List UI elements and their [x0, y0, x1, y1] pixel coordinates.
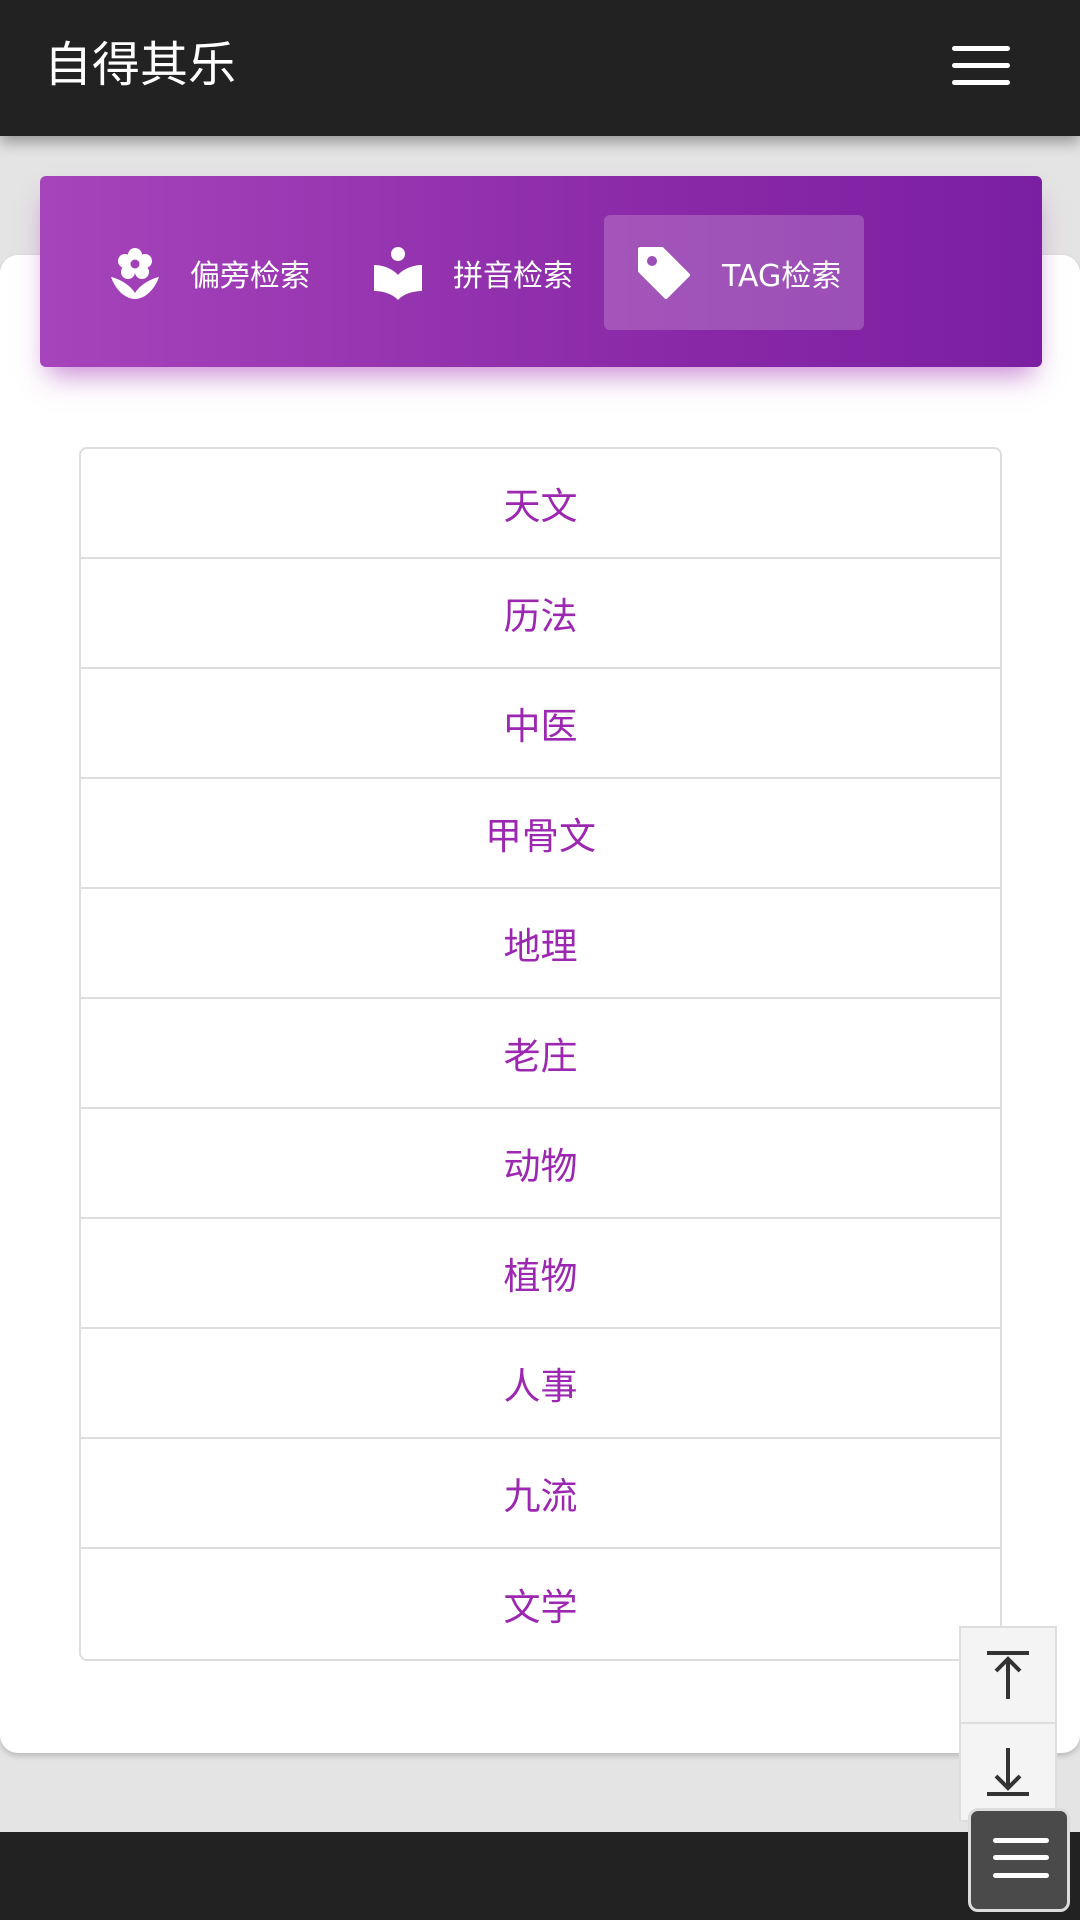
tag-item-zhongyi[interactable]: 中医: [81, 669, 1000, 779]
footer-bar: [0, 1832, 1080, 1920]
tag-item-dongwu[interactable]: 动物: [81, 1109, 1000, 1219]
arrow-to-top-icon: [987, 1651, 1029, 1699]
tag-item-tianwen[interactable]: 天文: [81, 449, 1000, 559]
tag-item-dili[interactable]: 地理: [81, 889, 1000, 999]
tag-item-wenxue[interactable]: 文学: [81, 1549, 1000, 1659]
tab-label: 拼音检索: [453, 258, 573, 294]
tab-radical-search[interactable]: 偏旁检索: [110, 215, 310, 330]
search-mode-tabs: 偏旁检索 拼音检索 TAG检索: [40, 176, 1042, 367]
reader-icon: [374, 246, 422, 300]
tab-pinyin-search[interactable]: 拼音检索: [373, 215, 573, 330]
scroll-to-top-button[interactable]: [961, 1628, 1055, 1724]
scroll-to-bottom-button[interactable]: [961, 1724, 1055, 1820]
tag-item-laozhuang[interactable]: 老庄: [81, 999, 1000, 1109]
scroll-controls: [959, 1626, 1057, 1822]
tag-item-lifa[interactable]: 历法: [81, 559, 1000, 669]
tag-item-jiaguwen[interactable]: 甲骨文: [81, 779, 1000, 889]
tag-icon: [638, 246, 690, 299]
tag-item-zhiwu[interactable]: 植物: [81, 1219, 1000, 1329]
tag-item-jiuliu[interactable]: 九流: [81, 1439, 1000, 1549]
tab-tag-search[interactable]: TAG检索: [604, 215, 864, 330]
flower-icon: [111, 247, 159, 299]
tab-label: 偏旁检索: [190, 258, 310, 294]
tag-item-renshi[interactable]: 人事: [81, 1329, 1000, 1439]
arrow-to-bottom-icon: [987, 1748, 1029, 1796]
site-title[interactable]: 自得其乐: [44, 34, 236, 96]
tag-list: 天文 历法 中医 甲骨文 地理 老庄 动物 植物 人事 九流 文学: [79, 447, 1002, 1661]
top-navbar: 自得其乐: [0, 0, 1080, 136]
floating-menu-button[interactable]: [968, 1808, 1070, 1912]
tab-label: TAG检索: [722, 258, 842, 294]
hamburger-menu-icon[interactable]: [952, 44, 1014, 88]
